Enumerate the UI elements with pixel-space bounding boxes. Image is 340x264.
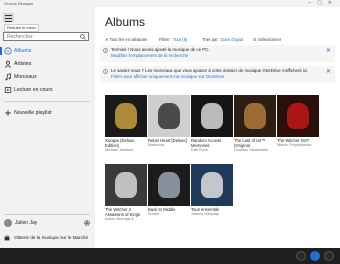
album-artist: Marcin Przybyłowicz	[277, 143, 312, 147]
album-artist: Madonna	[148, 143, 164, 147]
next-button[interactable]	[324, 251, 334, 261]
album-art-shape	[115, 172, 137, 198]
search-input[interactable]: Rechercher	[3, 32, 89, 41]
album-artist: Gustavo Santaolalla	[234, 148, 268, 152]
album-art-shape	[244, 103, 266, 129]
gear-icon[interactable]	[83, 219, 91, 227]
close-icon[interactable]: ✕	[326, 69, 331, 75]
album-title: Random Access Memories	[191, 138, 222, 148]
main-content: Albums ✕ Tout lire en aléatoire Filtrer …	[95, 7, 340, 248]
avatar	[4, 219, 12, 227]
album-title: The Last of Us™ (Original	[234, 138, 266, 148]
album-title: Xscape (Deluxe Edition)	[105, 138, 135, 148]
sidebar-item-label: Artistes	[14, 61, 32, 67]
previous-button[interactable]	[296, 251, 306, 261]
title-bar: Groove Musique –▢✕	[0, 0, 340, 7]
album-card[interactable]: The Witcher OST Marcin Przybyłowicz	[277, 95, 319, 148]
album-cover	[277, 95, 319, 137]
notice-text: Terminé ! Nous avons ajouté la musique d…	[111, 47, 210, 52]
sidebar-item-label: Lecture en cours	[14, 87, 53, 93]
album-cover	[234, 95, 276, 137]
album-art-shape	[158, 103, 180, 129]
album-art-shape	[201, 172, 223, 198]
sidebar-item-albums[interactable]: Albums	[0, 45, 95, 57]
sidebar-item-songs[interactable]: Morceaux	[0, 71, 95, 83]
sort-dropdown[interactable]: Trier par : Date d'ajout	[202, 36, 243, 44]
info-icon	[103, 69, 108, 74]
album-card[interactable]: Xscape (Deluxe Edition) Michael Jackson	[105, 95, 147, 153]
album-artist: Johnny Hallyday	[191, 212, 219, 216]
play-button[interactable]	[310, 251, 320, 261]
album-card[interactable]: Rebel Heart [Deluxe] Madonna	[148, 95, 190, 148]
notice-link[interactable]: Modifiez l'emplacement de la recherche	[111, 53, 188, 58]
album-art-shape	[115, 103, 137, 129]
search-placeholder: Rechercher	[7, 34, 33, 40]
sidebar-item-label: Morceaux	[14, 74, 37, 80]
select-button[interactable]: ☰ Sélectionner	[253, 36, 281, 44]
divider	[4, 214, 90, 215]
plus-icon	[5, 110, 11, 116]
tooltip: Réduire le menu	[4, 24, 40, 32]
filter-dropdown[interactable]: Filtrer : Tout (8)	[159, 36, 187, 44]
now-playing-icon	[4, 87, 12, 93]
user-name: Julien Jay	[15, 220, 38, 226]
album-artist: Adam Skorupa &	[105, 217, 134, 221]
user-account[interactable]: Julien Jay	[4, 218, 92, 228]
info-icon	[103, 48, 108, 53]
store-icon	[4, 235, 10, 241]
album-artist: Sordid	[148, 212, 159, 216]
album-cover	[105, 95, 147, 137]
notice-text: Le saviez-vous ? Les morceaux que vous a…	[111, 68, 309, 73]
album-artist: Michael Jackson	[105, 148, 134, 152]
album-cover	[191, 95, 233, 137]
album-title: The Witcher 2 Assassins of Kings	[105, 207, 141, 217]
hamburger-menu-button[interactable]	[3, 13, 14, 22]
notice-banner: Le saviez-vous ? Les morceaux que vous a…	[100, 66, 335, 83]
artists-icon	[4, 60, 12, 68]
album-card[interactable]: The Last of Us™ (Original Gustavo Santaol…	[234, 95, 276, 153]
album-art-shape	[158, 172, 180, 198]
album-card[interactable]: Tous ensemble Johnny Hallyday	[191, 164, 233, 217]
store-link[interactable]: Obtenir de la musique sur le Marché	[0, 232, 95, 244]
album-cover	[191, 164, 233, 206]
sidebar: Réduire le menu Rechercher Albums Artist…	[0, 7, 95, 248]
new-playlist-label: Nouvelle playlist	[14, 110, 52, 116]
album-card[interactable]: The Witcher 2 Assassins of Kings Adam Sko…	[105, 164, 147, 222]
store-label: Obtenir de la musique sur le Marché	[14, 235, 89, 240]
sidebar-item-now-playing[interactable]: Lecture en cours	[0, 84, 95, 96]
album-cover	[105, 164, 147, 206]
album-card[interactable]: Back to Middle Sordid	[148, 164, 190, 217]
playback-bar	[0, 248, 340, 264]
notice-link[interactable]: Filtrer pour afficher uniquement ma musi…	[111, 74, 224, 79]
album-cover	[148, 95, 190, 137]
toolbar: ✕ Tout lire en aléatoire Filtrer : Tout …	[105, 36, 335, 44]
notice-banner: Terminé ! Nous avons ajouté la musique d…	[100, 45, 335, 62]
album-cover	[148, 164, 190, 206]
album-art-shape	[287, 103, 309, 129]
window-title: Groove Musique	[4, 1, 34, 6]
new-playlist-button[interactable]: Nouvelle playlist	[0, 107, 95, 119]
close-icon[interactable]: ✕	[326, 48, 331, 54]
album-art-shape	[201, 103, 223, 129]
album-artist: Daft Punk	[191, 148, 208, 152]
divider	[4, 101, 90, 102]
window-controls[interactable]: –▢✕	[308, 0, 338, 7]
album-card[interactable]: Random Access Memories Daft Punk	[191, 95, 233, 153]
songs-icon	[5, 73, 11, 81]
sidebar-item-label: Albums	[14, 48, 32, 54]
albums-icon	[4, 47, 12, 55]
shuffle-all-button[interactable]: ✕ Tout lire en aléatoire	[105, 36, 147, 44]
sidebar-item-artists[interactable]: Artistes	[0, 58, 95, 70]
page-title: Albums	[105, 15, 146, 29]
search-icon[interactable]	[80, 34, 86, 40]
